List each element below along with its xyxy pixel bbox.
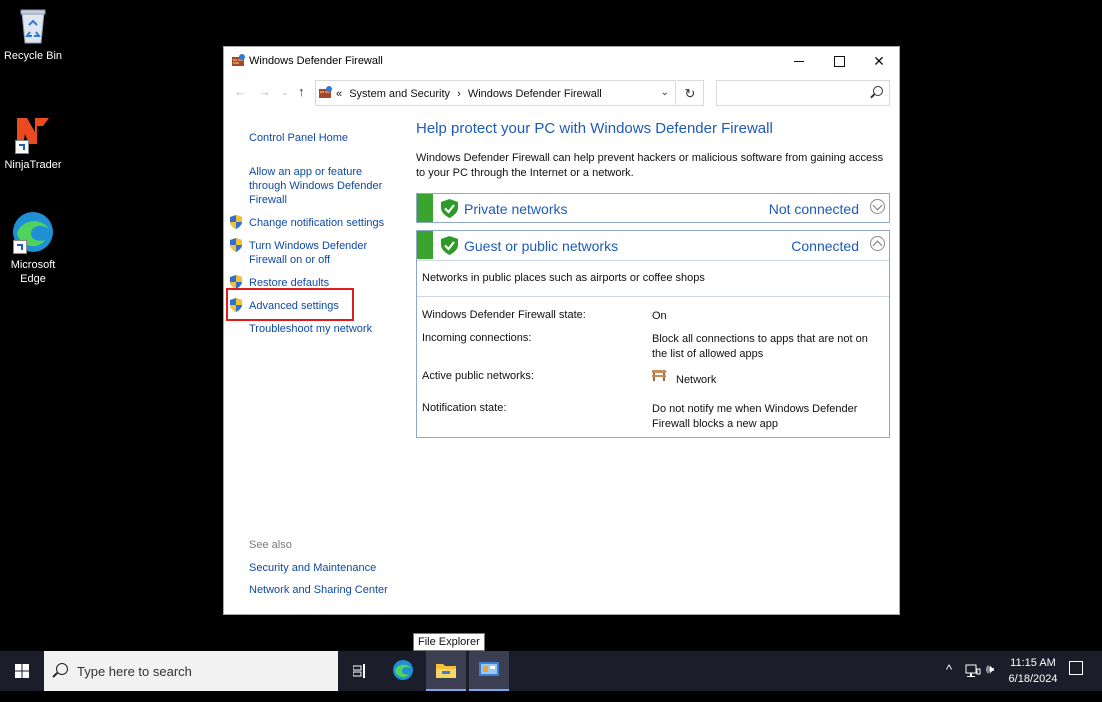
clock-date: 6/18/2024: [1008, 673, 1058, 685]
taskbar-control-panel-button[interactable]: [469, 651, 509, 691]
breadcrumb-overflow[interactable]: «: [336, 88, 342, 100]
up-arrow-icon[interactable]: ↑: [298, 84, 305, 99]
network-bench-icon: [652, 370, 666, 381]
back-arrow-icon[interactable]: ←: [234, 84, 247, 99]
maximize-button[interactable]: [819, 47, 859, 75]
address-bar[interactable]: « System and Security › Windows Defender…: [315, 80, 676, 106]
network-icon[interactable]: [965, 664, 981, 678]
see-also-heading: See also: [249, 539, 292, 551]
public-networks-subtitle-row: Networks in public places such as airpor…: [417, 260, 889, 296]
change-notification-link[interactable]: Change notification settings: [249, 216, 384, 230]
firewall-state-value: On: [652, 310, 667, 322]
control-panel-icon: [479, 662, 499, 676]
public-networks-subtitle: Networks in public places such as airpor…: [422, 272, 705, 284]
uac-shield-icon: [230, 215, 242, 229]
ninjatrader-icon: [13, 114, 53, 154]
firewall-state-label: Windows Defender Firewall state:: [422, 309, 586, 321]
desktop-icon-edge[interactable]: Microsoft Edge: [0, 210, 68, 286]
file-explorer-tooltip: File Explorer: [413, 633, 485, 651]
edge-label: Microsoft Edge: [10, 259, 56, 285]
breadcrumb-separator[interactable]: ›: [457, 88, 461, 100]
taskbar-file-explorer-button[interactable]: [426, 651, 466, 691]
address-dropdown-icon[interactable]: ⌄: [661, 87, 669, 98]
page-heading: Help protect your PC with Windows Defend…: [416, 120, 773, 137]
collapse-chevron-icon[interactable]: [870, 236, 885, 251]
ninjatrader-label: NinjaTrader: [4, 159, 62, 171]
breadcrumb-system-security[interactable]: System and Security: [349, 88, 450, 100]
incoming-connections-value: Block all connections to apps that are n…: [652, 333, 868, 360]
green-check-shield-icon: [441, 236, 458, 255]
security-maintenance-link[interactable]: Security and Maintenance: [249, 561, 376, 575]
close-button[interactable]: ✕: [859, 47, 899, 75]
public-networks-panel: Guest or public networks Connected Netwo…: [416, 230, 890, 438]
control-panel-home-link[interactable]: Control Panel Home: [249, 131, 348, 145]
breadcrumb-firewall[interactable]: Windows Defender Firewall: [468, 88, 602, 100]
public-networks-header[interactable]: Guest or public networks Connected: [417, 231, 889, 260]
edge-icon: [11, 210, 55, 254]
active-public-networks-value: Network: [676, 374, 717, 386]
edge-icon: [393, 660, 413, 680]
private-networks-title: Private networks: [464, 201, 568, 217]
status-stripe: [417, 231, 433, 259]
navigation-bar: ← → ⌄ ↑ « System and Security › Windows …: [224, 80, 899, 108]
private-networks-state: Not connected: [768, 201, 859, 217]
private-networks-panel[interactable]: Private networks Not connected: [416, 193, 890, 223]
search-input[interactable]: [716, 80, 890, 106]
clock-time: 11:15 AM: [1010, 657, 1056, 669]
task-view-icon: [353, 664, 365, 678]
desktop-icon-recycle-bin[interactable]: Recycle Bin: [0, 5, 68, 63]
turn-on-off-line-2[interactable]: Firewall on or off: [249, 253, 330, 267]
volume-icon[interactable]: 🕪: [986, 661, 994, 701]
page-description: Windows Defender Firewall can help preve…: [416, 152, 884, 179]
windows-logo-icon: [15, 664, 29, 678]
window-title: Windows Defender Firewall: [249, 55, 383, 67]
allow-app-line-3[interactable]: Firewall: [249, 193, 287, 207]
shortcut-arrow-icon: [13, 240, 27, 254]
incoming-connections-label: Incoming connections:: [422, 332, 532, 344]
status-stripe: [417, 194, 433, 222]
network-sharing-center-link[interactable]: Network and Sharing Center: [249, 583, 388, 597]
notification-center-icon[interactable]: [1069, 661, 1083, 675]
firewall-breadcrumb-icon: [319, 86, 332, 98]
troubleshoot-network-link[interactable]: Troubleshoot my network: [249, 322, 372, 336]
advanced-settings-highlight-box: [226, 288, 354, 321]
taskbar-search-placeholder: Type here to search: [77, 664, 192, 679]
search-icon: [56, 663, 68, 675]
expand-chevron-icon[interactable]: [870, 199, 885, 214]
recent-locations-chevron-icon[interactable]: ⌄: [281, 87, 289, 98]
search-icon: [873, 86, 883, 96]
firewall-app-icon: [232, 54, 245, 66]
shortcut-arrow-icon: [15, 140, 29, 154]
public-networks-title: Guest or public networks: [464, 238, 619, 254]
taskbar-edge-button[interactable]: [383, 651, 423, 691]
recycle-bin-icon: [13, 5, 53, 45]
turn-on-off-line-1[interactable]: Turn Windows Defender: [249, 239, 367, 253]
uac-shield-icon: [230, 275, 242, 289]
public-networks-details: Windows Defender Firewall state: On Inco…: [417, 296, 889, 438]
allow-app-line-1[interactable]: Allow an app or feature: [249, 165, 362, 179]
uac-shield-icon: [230, 238, 242, 252]
show-hidden-icons-chevron[interactable]: ^: [946, 662, 952, 702]
active-public-networks-label: Active public networks:: [422, 370, 534, 382]
public-networks-state: Connected: [791, 238, 859, 254]
forward-arrow-icon[interactable]: →: [258, 84, 271, 99]
notification-state-value: Do not notify me when Windows Defender F…: [652, 403, 858, 430]
notification-state-label: Notification state:: [422, 402, 507, 414]
allow-app-line-2[interactable]: through Windows Defender: [249, 179, 382, 193]
green-check-shield-icon: [441, 199, 458, 218]
taskbar: Type here to search ^ �: [0, 651, 1102, 691]
recycle-bin-label: Recycle Bin: [3, 50, 63, 62]
desktop-icon-ninjatrader[interactable]: NinjaTrader: [0, 114, 68, 172]
refresh-button[interactable]: ↻: [677, 80, 704, 106]
firewall-window: Windows Defender Firewall ✕ ← → ⌄ ↑ « Sy…: [223, 46, 900, 615]
folder-icon: [436, 664, 456, 678]
minimize-button[interactable]: [779, 47, 819, 75]
title-bar[interactable]: Windows Defender Firewall ✕: [224, 47, 899, 75]
start-button[interactable]: [0, 651, 44, 691]
taskbar-search-box[interactable]: Type here to search: [44, 651, 338, 691]
taskbar-clock[interactable]: 11:15 AM 6/18/2024: [1005, 655, 1061, 687]
task-view-button[interactable]: [340, 651, 380, 691]
